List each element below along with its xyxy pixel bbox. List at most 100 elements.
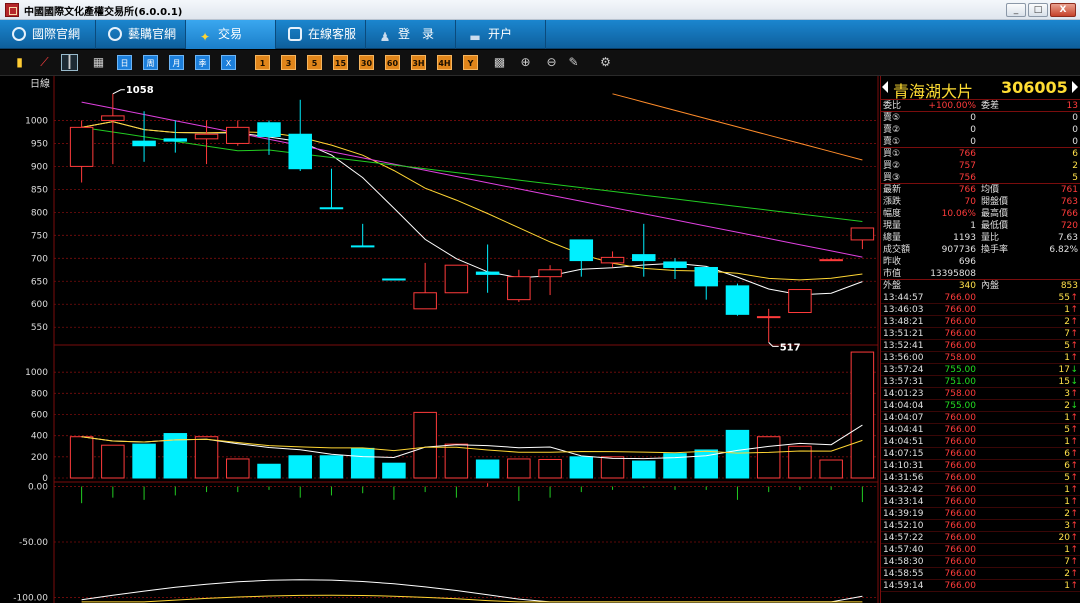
period-button-15[interactable]: 60 (385, 55, 400, 70)
nav-open-account[interactable]: ▬ 开户 (456, 20, 546, 49)
nav-online-service[interactable]: 在線客服 (276, 20, 366, 49)
tick-price: 766.00 (944, 509, 977, 519)
bar-chart-icon[interactable]: ▮ (12, 55, 27, 70)
volume-tick-label: 600 (31, 411, 48, 421)
maximize-button[interactable]: □ (1028, 3, 1048, 17)
arrow-down-icon: ↓ (1070, 365, 1078, 375)
candle-body (507, 276, 531, 301)
arrow-up-icon: ↑ (1070, 425, 1078, 435)
nav-label: 登 录 (398, 27, 435, 41)
volume-bar (132, 443, 156, 479)
tick-row: 14:57:22 766.00 20 ↑ (881, 532, 1080, 544)
volume-tick-label: 200 (31, 453, 48, 463)
prev-arrow-icon[interactable] (882, 81, 888, 93)
tick-row: 14:58:30 766.00 7 ↑ (881, 556, 1080, 568)
volume-bar (69, 436, 94, 479)
nav-trade[interactable]: ✦ 交易 (186, 20, 276, 49)
arrow-up-icon: ↑ (1070, 353, 1078, 363)
quote-header: 青海湖大片 306005 (881, 76, 1080, 101)
close-button[interactable]: X (1050, 3, 1076, 17)
main-nav: 國際官網 藝購官網 ✦ 交易 在線客服 ♟ 登 录 ▬ 开户 (0, 20, 1080, 49)
zoom-out-icon[interactable]: ⊖ (544, 55, 559, 70)
period-label: 日線 (30, 77, 50, 90)
tick-time: 14:33:14 (883, 497, 924, 507)
zoom-in-icon[interactable]: ⊕ (518, 55, 533, 70)
tick-row: 14:31:56 766.00 5 ↑ (881, 472, 1080, 484)
candle-body (663, 261, 687, 268)
gear-icon[interactable]: ⚙ (598, 55, 613, 70)
tick-price: 766.00 (944, 461, 977, 471)
period-button-16[interactable]: 3H (411, 55, 426, 70)
period-button-11[interactable]: 3 (281, 55, 296, 70)
nav-label: 开户 (488, 27, 513, 41)
arrow-up-icon: ↑ (1070, 521, 1078, 531)
tick-time: 14:39:19 (883, 509, 924, 519)
tick-price: 766.00 (944, 557, 977, 567)
tick-qty: 5 (1064, 425, 1070, 435)
ma5-line (81, 121, 863, 296)
tick-row: 13:56:00 758.00 1 ↑ (881, 352, 1080, 364)
arrow-up-icon: ↑ (1070, 485, 1078, 495)
candle-body (382, 278, 406, 281)
quote-panel: 青海湖大片 306005 委比 +100.00% 委差 13 賣⑤ 0 0 賣② 0 0 賣① 0 0 買… (880, 76, 1080, 603)
period-button-14[interactable]: 30 (359, 55, 374, 70)
period-button-6[interactable]: 周 (143, 55, 158, 70)
candlestick-icon[interactable]: ┃ (61, 54, 78, 71)
nav-art-website[interactable]: 藝購官網 (96, 20, 186, 49)
quote-value-2: 761 (1060, 185, 1078, 195)
period-button-8[interactable]: 季 (195, 55, 210, 70)
tick-qty: 1 (1064, 545, 1070, 555)
candle-body (163, 138, 188, 142)
period-button-9[interactable]: X (221, 55, 236, 70)
quote-label-2: 最低價 (981, 221, 1009, 231)
tick-price: 758.00 (944, 353, 977, 363)
period-button-12[interactable]: 5 (307, 55, 322, 70)
volume-bar (288, 455, 312, 479)
line-chart-icon[interactable]: ⟋ (37, 55, 52, 70)
tick-price: 766.00 (944, 293, 977, 303)
arrow-up-icon: ↑ (1070, 461, 1078, 471)
quote-label: 最新 (883, 185, 902, 195)
arrow-up-icon: ↑ (1070, 437, 1078, 447)
nav-intl-website[interactable]: 國際官網 (0, 20, 96, 49)
period-button-18[interactable]: Y (463, 55, 478, 70)
quote-label-2: 均價 (981, 185, 1000, 195)
arrow-up-icon: ↑ (1070, 317, 1078, 327)
period-button-17[interactable]: 4H (437, 55, 452, 70)
tick-price: 766.00 (944, 533, 977, 543)
tick-time: 13:57:31 (883, 377, 924, 387)
volume-bar (226, 458, 250, 479)
quote-label: 買③ (883, 173, 901, 183)
quote-value: 766 (958, 185, 976, 195)
period-button-13[interactable]: 15 (333, 55, 348, 70)
tick-time: 14:57:22 (883, 533, 924, 543)
quote-label-2: 開盤價 (981, 197, 1009, 207)
tick-qty: 2 (1064, 509, 1070, 519)
calendar-icon[interactable]: ▦ (91, 55, 106, 70)
minimize-button[interactable]: _ (1006, 3, 1026, 17)
volume-bar (538, 458, 562, 479)
arrow-up-icon: ↑ (1070, 509, 1078, 519)
tick-time: 13:44:57 (883, 293, 924, 303)
tick-row: 14:10:31 766.00 6 ↑ (881, 460, 1080, 472)
grid-icon[interactable]: ▩ (492, 55, 507, 70)
quote-label: 幅度 (883, 209, 902, 219)
period-button-5[interactable]: 日 (117, 55, 132, 70)
trade-ticks: 13:44:57 766.00 55 ↑ 13:46:03 766.00 1 ↑ 13:48:2… (881, 292, 1080, 592)
period-button-10[interactable]: 1 (255, 55, 270, 70)
arrow-up-icon: ↑ (1070, 389, 1078, 399)
volume-bar (413, 411, 437, 479)
quote-label-2: 最高價 (981, 209, 1009, 219)
draw-icon[interactable]: ✎ (566, 55, 581, 70)
quote-value-2: 720 (1060, 221, 1078, 231)
arrow-up-icon: ↑ (1070, 293, 1078, 303)
quote-value-2: 0 (1072, 137, 1078, 147)
tick-price: 766.00 (944, 545, 977, 555)
next-arrow-icon[interactable] (1072, 81, 1078, 93)
tick-qty: 1 (1064, 485, 1070, 495)
price-tick-label: 550 (31, 323, 48, 333)
nav-login[interactable]: ♟ 登 录 (366, 20, 456, 49)
candle-body (725, 285, 750, 315)
period-button-7[interactable]: 月 (169, 55, 184, 70)
tick-price: 766.00 (944, 341, 977, 351)
